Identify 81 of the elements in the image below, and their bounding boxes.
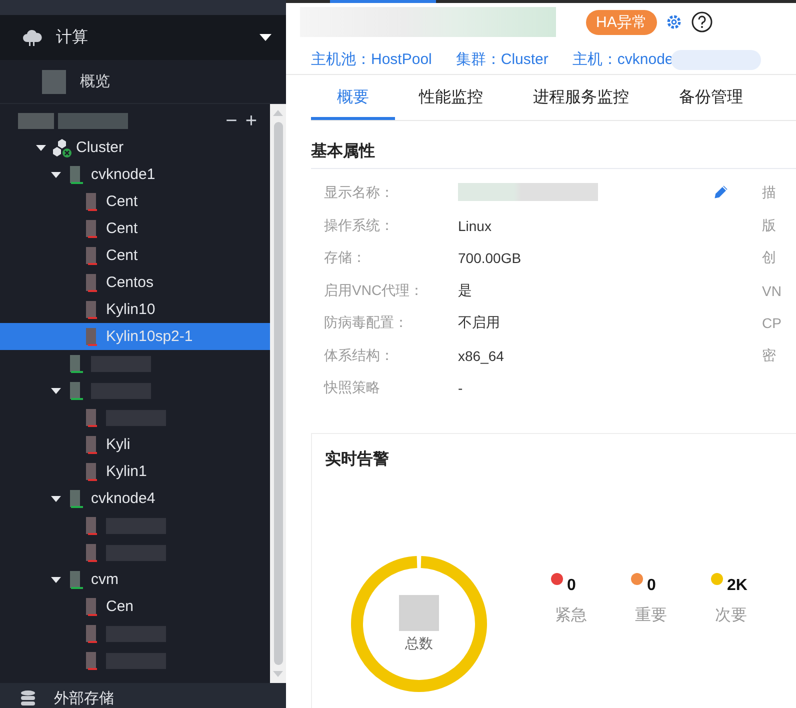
- blurred-label: [91, 382, 151, 398]
- property-label: 版: [762, 216, 776, 235]
- property-value: 700.00GB: [458, 250, 522, 266]
- tree-item[interactable]: Cen: [0, 593, 270, 620]
- scroll-down-icon[interactable]: [273, 671, 283, 677]
- breadcrumb-link[interactable]: 主机：cvknode: [572, 50, 674, 69]
- property-label: 密: [762, 346, 776, 365]
- alert-level-label: 紧急: [555, 606, 588, 626]
- property-label: 快照策略: [324, 379, 381, 398]
- blurred-label: [106, 652, 166, 668]
- alert-level-label: 重要: [635, 606, 668, 626]
- overview-item[interactable]: 概览: [0, 60, 286, 103]
- overview-icon: [42, 70, 66, 94]
- blurred-label: [58, 113, 128, 129]
- breadcrumb-link[interactable]: 集群：Cluster: [456, 50, 548, 69]
- card-title: 实时告警: [325, 449, 390, 470]
- section-title: 计算: [56, 28, 89, 48]
- tree-item[interactable]: cvknode4: [0, 485, 270, 512]
- total-label: 总数: [405, 634, 433, 652]
- tree-item[interactable]: Cent: [0, 188, 270, 215]
- blurred-label: [106, 626, 166, 642]
- tree-item[interactable]: Centos: [0, 269, 270, 296]
- property-label: 存储：: [324, 249, 367, 268]
- property-label: 描: [762, 184, 776, 202]
- property-label: VN: [762, 282, 782, 299]
- caret-icon: [36, 144, 46, 150]
- pencil-icon[interactable]: [712, 182, 730, 201]
- tree-item[interactable]: Kylin10: [0, 296, 270, 323]
- blurred-label: [91, 356, 151, 372]
- compute-menu-header[interactable]: 计算: [0, 15, 286, 60]
- property-value: 是: [458, 282, 473, 300]
- cluster-icon: [52, 138, 72, 158]
- tree-item[interactable]: cvknode1: [0, 161, 270, 188]
- alert-level-label: 次要: [715, 606, 748, 626]
- caret-icon: [259, 34, 272, 42]
- property-label: 启用VNC代理：: [324, 282, 425, 300]
- tree-item[interactable]: Kyli: [0, 431, 270, 458]
- alert-count: 2K: [727, 576, 748, 594]
- tab[interactable]: 性能监控: [419, 85, 483, 120]
- blurred-label: [106, 410, 166, 426]
- blurred-label: [106, 544, 166, 560]
- caret-icon: [51, 172, 61, 178]
- property-label: 防病毒配置：: [324, 314, 409, 332]
- property-value: -: [458, 380, 464, 396]
- tree-action-button[interactable]: −: [222, 111, 240, 131]
- tree-item[interactable]: Cluster: [0, 134, 270, 161]
- cloud-icon: [22, 28, 42, 46]
- scrollbar[interactable]: [270, 104, 286, 683]
- storage-menu-item[interactable]: 外部存储: [0, 683, 286, 708]
- property-label: 体系结构：: [324, 346, 395, 365]
- property-label: CP: [762, 315, 782, 332]
- tab[interactable]: 概要: [311, 85, 395, 120]
- tree-item[interactable]: Cent: [0, 242, 270, 269]
- help-icon[interactable]: [690, 11, 713, 33]
- settings-icon[interactable]: [664, 13, 683, 31]
- blurred-value: [399, 594, 439, 630]
- blurred-label: [106, 518, 166, 534]
- property-label: 显示名称：: [324, 184, 395, 202]
- caret-icon: [51, 496, 61, 502]
- property-label: 操作系统：: [324, 216, 395, 235]
- property-value: Linux: [458, 218, 492, 234]
- alert-count: 0: [647, 576, 656, 594]
- caret-icon: [51, 576, 61, 582]
- scrollbar-thumb[interactable]: [274, 122, 282, 665]
- tree-action-button[interactable]: +: [242, 111, 260, 131]
- tab[interactable]: 备份管理: [679, 85, 743, 120]
- tree-item[interactable]: cvm: [0, 566, 270, 593]
- breadcrumb-link[interactable]: 主机池：HostPool: [311, 50, 432, 69]
- property-value: 不启用: [458, 314, 501, 332]
- caret-icon: [51, 388, 61, 394]
- tree-item[interactable]: Kylin1: [0, 458, 270, 485]
- property-label: 创: [762, 249, 776, 268]
- status-badge: HA异常: [586, 10, 657, 34]
- section-title: 基本属性: [311, 141, 796, 169]
- database-icon: [20, 690, 36, 708]
- property-value: x86_64: [458, 348, 505, 364]
- tree-item[interactable]: Cent: [0, 215, 270, 242]
- blurred-label: [18, 113, 54, 129]
- scroll-up-icon[interactable]: [273, 110, 283, 116]
- alert-count: 0: [567, 576, 576, 594]
- tab[interactable]: 进程服务监控: [533, 85, 629, 120]
